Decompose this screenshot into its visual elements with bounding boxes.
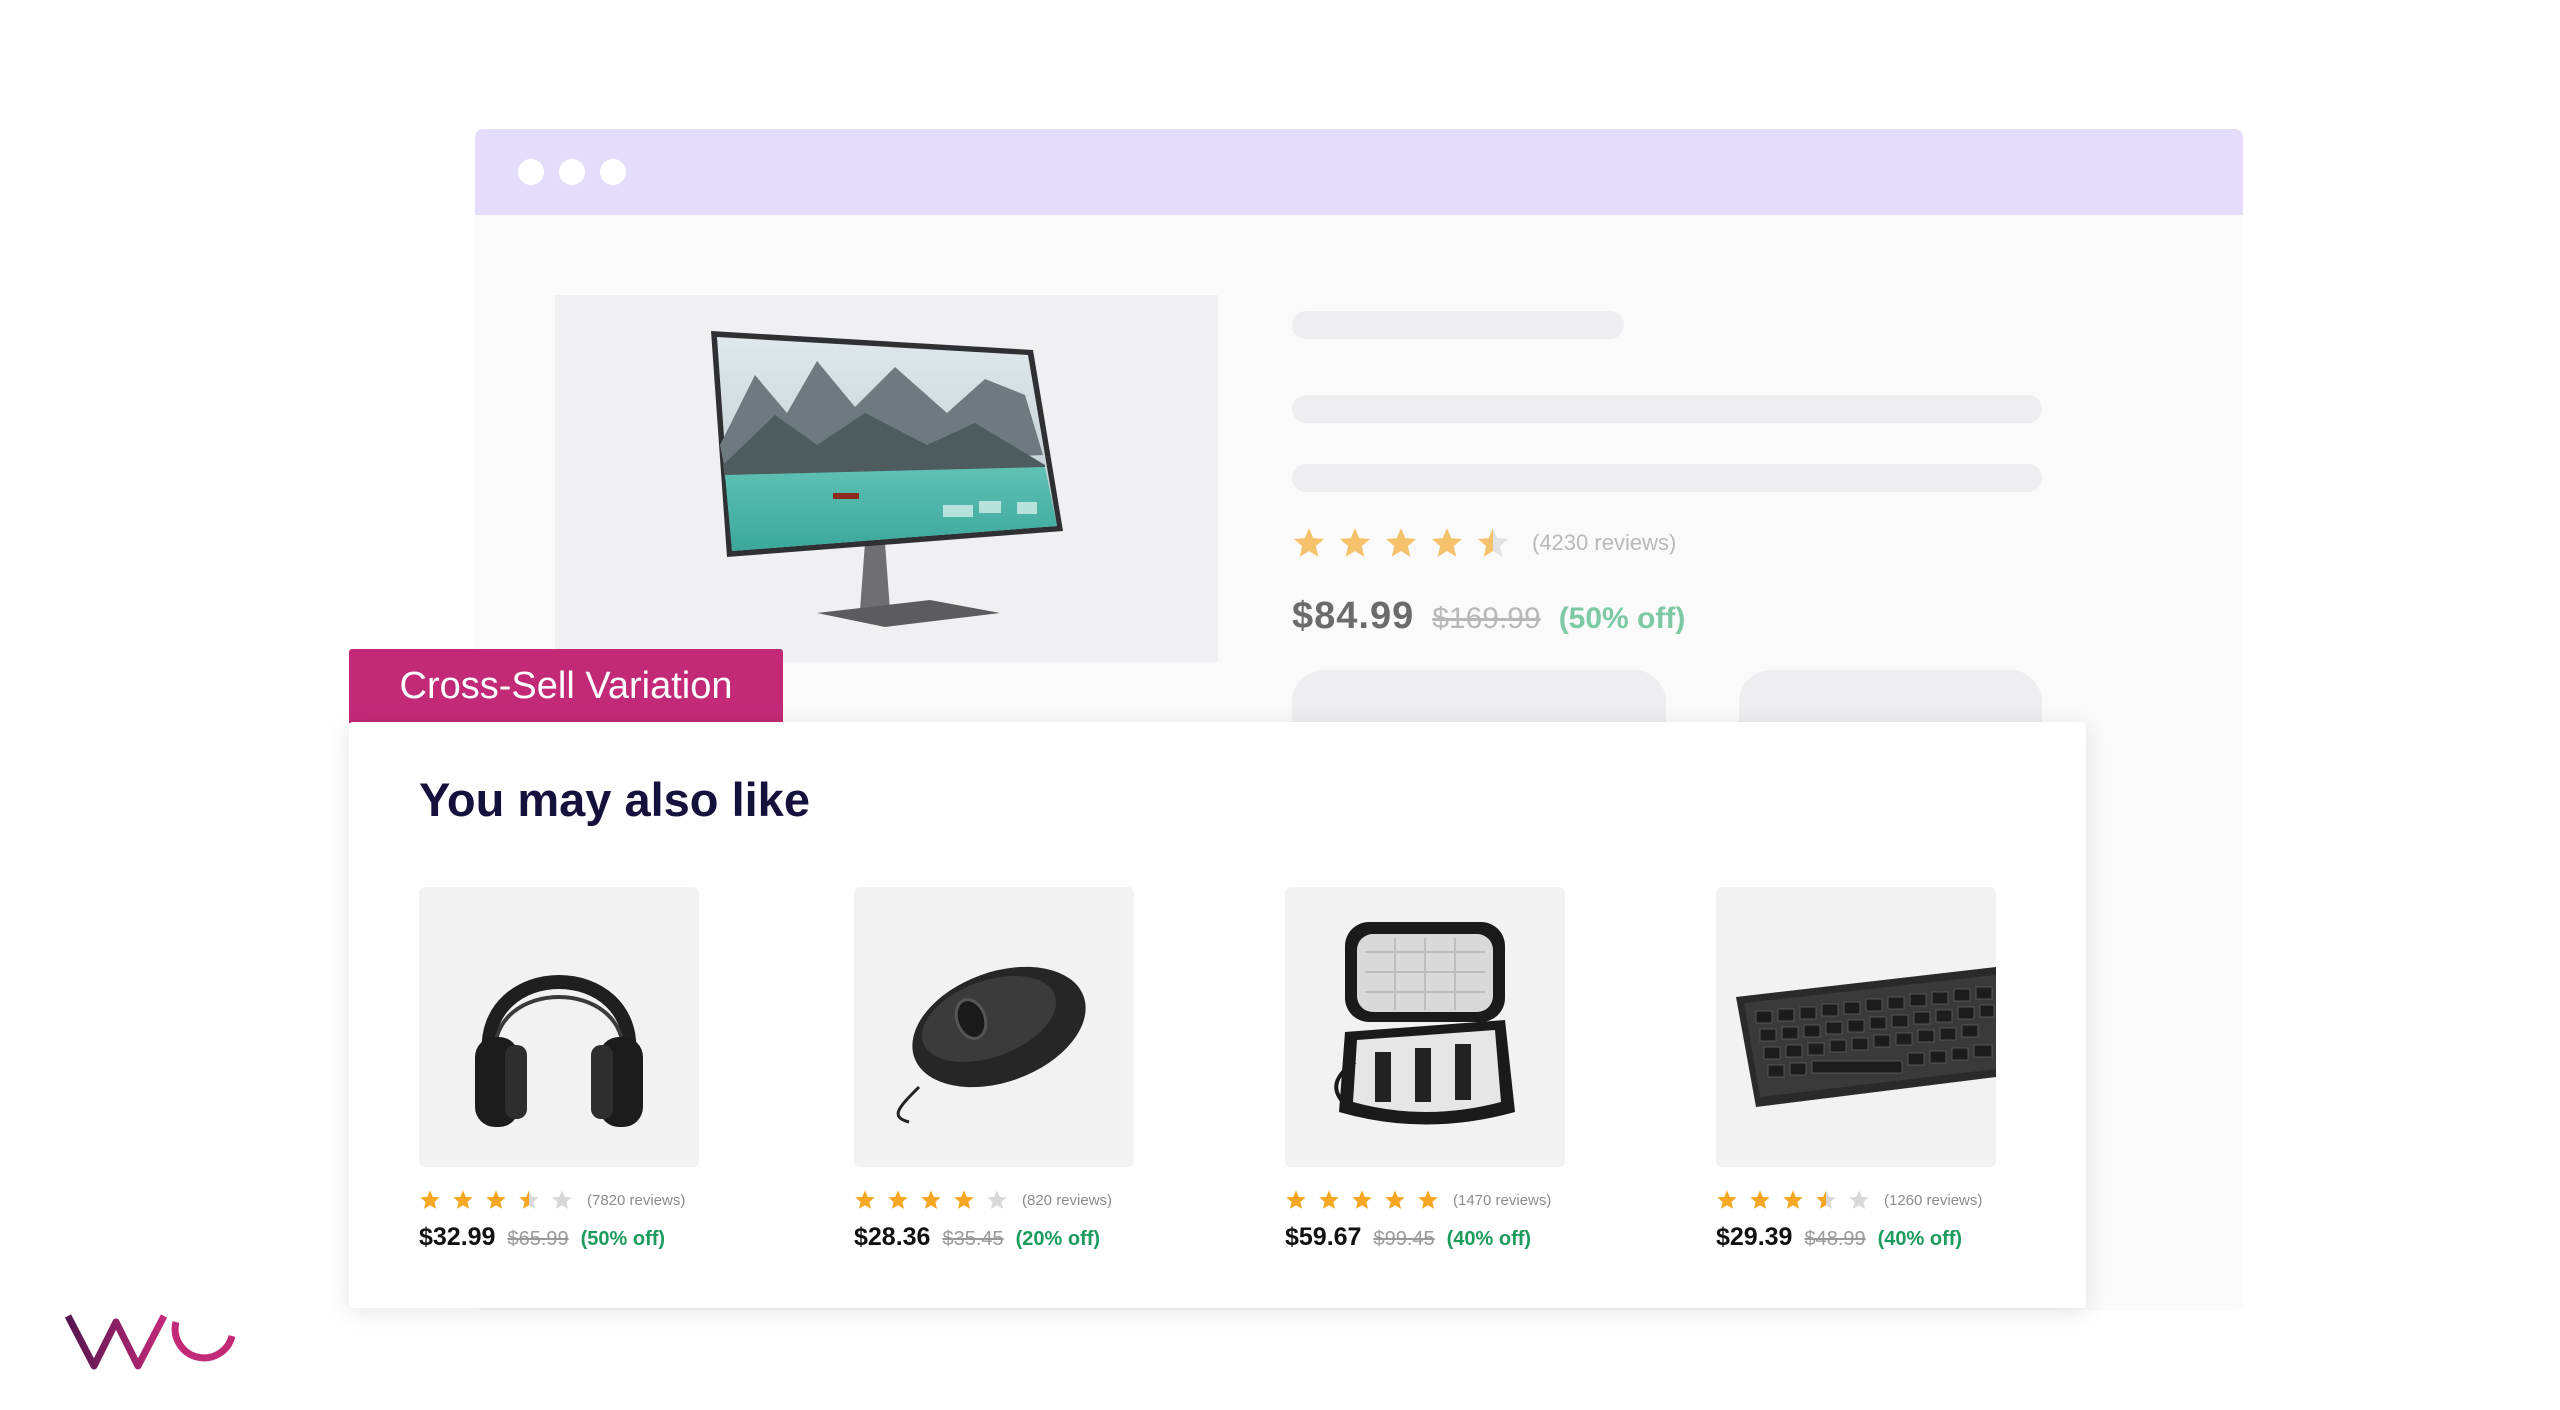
review-count: (7820 reviews) — [587, 1191, 686, 1209]
product-rating: (820 reviews) — [854, 1189, 1144, 1211]
hero-discount: (50% off) — [1558, 602, 1686, 635]
price-row: $32.99 $65.99 (50% off) — [419, 1223, 709, 1252]
product-rating: (1260 reviews) — [1716, 1189, 2006, 1211]
product-card[interactable]: (1470 reviews) $59.67 $99.45 (40% off) — [1285, 887, 1575, 1252]
hero-review-count: (4230 reviews) — [1532, 530, 1677, 555]
text-placeholder-2 — [1292, 464, 2042, 492]
star-rating — [419, 1189, 573, 1211]
vwo-logo-icon — [64, 1310, 239, 1372]
star-icon — [1418, 1190, 1438, 1209]
star-icon — [1477, 528, 1509, 557]
product-image[interactable] — [854, 887, 1134, 1167]
star-icon — [1352, 1190, 1372, 1209]
star-icon — [486, 1190, 506, 1209]
price: $28.36 — [854, 1223, 931, 1251]
star-icon — [888, 1190, 908, 1209]
product-rating: (1470 reviews) — [1285, 1189, 1575, 1211]
star-rating — [1716, 1189, 1870, 1211]
discount: (50% off) — [580, 1228, 666, 1250]
price: $59.67 — [1285, 1223, 1362, 1251]
star-icon — [1385, 1190, 1405, 1209]
star-icon — [1431, 528, 1463, 557]
old-price: $48.99 — [1804, 1228, 1866, 1250]
product-card[interactable]: (1260 reviews) $29.39 $48.99 (40% off) — [1716, 887, 2006, 1252]
storage-case-icon — [1334, 922, 1515, 1125]
hero-price: $84.99 — [1292, 595, 1415, 637]
price-row: $59.67 $99.45 (40% off) — [1285, 1223, 1575, 1252]
star-icon — [1816, 1190, 1836, 1209]
product-card[interactable]: (820 reviews) $28.36 $35.45 (20% off) — [854, 887, 1144, 1252]
product-image[interactable] — [1716, 887, 1996, 1167]
star-icon — [987, 1190, 1007, 1209]
headphones-icon — [475, 975, 643, 1127]
monitor-product-image — [555, 295, 1218, 662]
star-icon — [420, 1190, 440, 1209]
window-dot-1 — [518, 159, 544, 185]
star-icon — [519, 1190, 539, 1209]
hero-old-price: $169.99 — [1432, 602, 1541, 635]
star-icon — [1717, 1190, 1737, 1209]
old-price: $99.45 — [1373, 1228, 1435, 1250]
star-icon — [921, 1190, 941, 1209]
variation-tag: Cross-Sell Variation — [349, 649, 783, 723]
star-icon — [855, 1190, 875, 1209]
star-rating — [854, 1189, 1008, 1211]
star-icon — [954, 1190, 974, 1209]
old-price: $35.45 — [942, 1228, 1004, 1250]
discount: (20% off) — [1015, 1228, 1101, 1250]
product-card[interactable]: (7820 reviews) $32.99 $65.99 (50% off) — [419, 887, 709, 1252]
price: $29.39 — [1716, 1223, 1793, 1251]
browser-title-bar — [475, 129, 2243, 215]
monitor-icon — [711, 331, 1063, 627]
hero-rating: (4230 reviews) — [1292, 526, 1676, 560]
star-icon — [552, 1190, 572, 1209]
product-image[interactable] — [419, 887, 699, 1167]
review-count: (1470 reviews) — [1453, 1191, 1552, 1209]
price: $32.99 — [419, 1223, 496, 1251]
price-row: $28.36 $35.45 (20% off) — [854, 1223, 1144, 1252]
cross-sell-title: You may also like — [419, 773, 810, 826]
star-icon — [1849, 1190, 1869, 1209]
cross-sell-panel: You may also like (7820 reviews) $32.99 … — [349, 722, 2086, 1308]
title-placeholder — [1292, 311, 1624, 339]
star-icon — [1339, 528, 1371, 557]
star-icon — [1293, 528, 1325, 557]
star-icon — [1385, 528, 1417, 557]
mouse-icon — [896, 966, 1086, 1124]
star-icon — [1750, 1190, 1770, 1209]
star-icon — [453, 1190, 473, 1209]
price-row: $29.39 $48.99 (40% off) — [1716, 1223, 2006, 1252]
review-count: (820 reviews) — [1022, 1191, 1113, 1209]
discount: (40% off) — [1446, 1228, 1532, 1250]
product-rating: (7820 reviews) — [419, 1189, 709, 1211]
star-icon — [1783, 1190, 1803, 1209]
keyboard-icon — [1736, 967, 1996, 1107]
product-image[interactable] — [1285, 887, 1565, 1167]
hero-price-row: $84.99 $169.99 (50% off) — [1292, 595, 1685, 638]
hero-star-rating — [1292, 526, 1510, 560]
old-price: $65.99 — [507, 1228, 569, 1250]
star-icon — [1286, 1190, 1306, 1209]
star-icon — [1319, 1190, 1339, 1209]
window-dot-2 — [559, 159, 585, 185]
review-count: (1260 reviews) — [1884, 1191, 1983, 1209]
star-rating — [1285, 1189, 1439, 1211]
discount: (40% off) — [1877, 1228, 1963, 1250]
text-placeholder-1 — [1292, 395, 2042, 423]
window-dot-3 — [600, 159, 626, 185]
